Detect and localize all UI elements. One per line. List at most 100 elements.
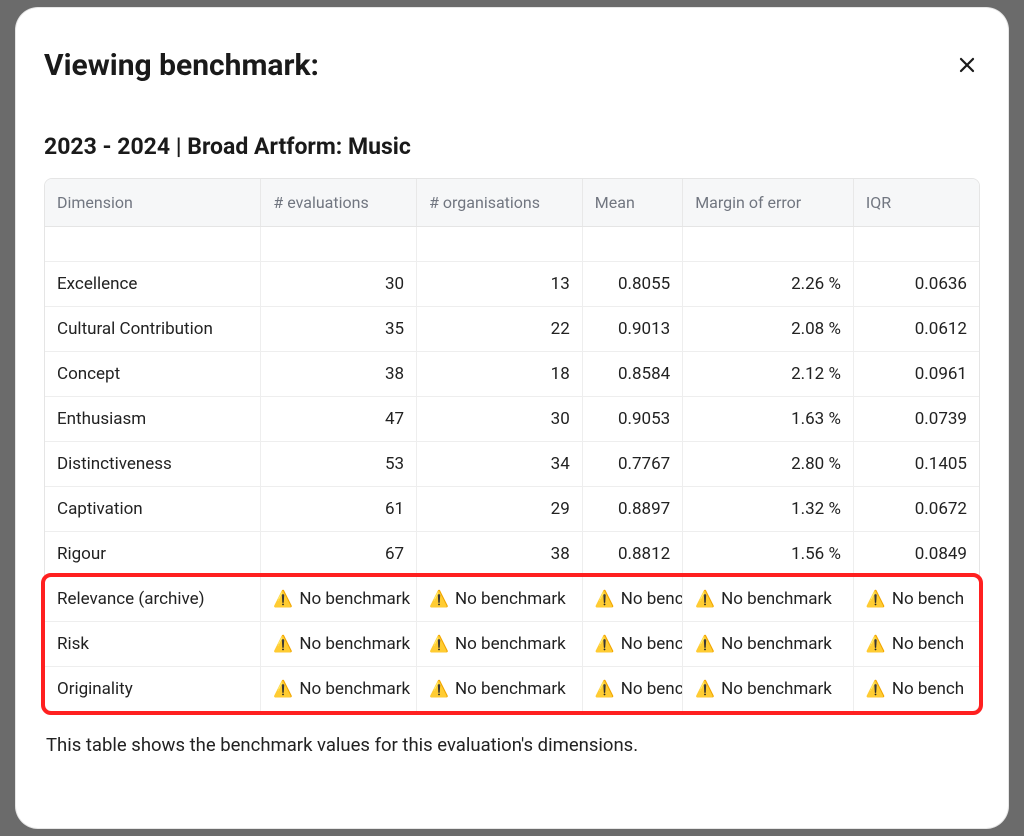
cell-dimension: Enthusiasm <box>45 397 261 442</box>
cell-mean: 0.7767 <box>582 442 682 487</box>
cell-iqr: 0.0849 <box>853 532 979 577</box>
cell-organisations: 22 <box>417 307 583 352</box>
modal-backdrop: Viewing benchmark: 2023 - 2024 | Broad A… <box>0 0 1024 836</box>
cell-evaluations: 47 <box>261 397 417 442</box>
no-benchmark-label: No bench <box>892 589 964 609</box>
table-header: Dimension # evaluations # organisations … <box>45 179 979 227</box>
cell-moe: 2.08 % <box>683 307 854 352</box>
no-benchmark-label: No bench <box>892 679 964 699</box>
table-body: Excellence30130.80552.26 %0.0636Cultural… <box>45 227 979 712</box>
warning-icon: ⚠️ <box>866 636 886 652</box>
table-row: Concept38180.85842.12 %0.0961 <box>45 352 979 397</box>
table-row-no-benchmark: Risk ⚠️ No benchmark ⚠️ No benchmark ⚠️ No ben… <box>45 622 979 667</box>
no-benchmark-label: No benchmark <box>455 634 566 654</box>
cell-iqr: 0.0636 <box>853 262 979 307</box>
cell-organisations: 18 <box>417 352 583 397</box>
cell-moe: ⚠️ No benchmark <box>683 667 854 712</box>
close-button[interactable] <box>950 48 984 85</box>
cell-mean: ⚠️No bench <box>582 577 682 622</box>
warning-icon: ⚠️ <box>695 636 715 652</box>
cell-iqr: ⚠️ No bench <box>853 667 979 712</box>
table-row: Captivation61290.88971.32 %0.0672 <box>45 487 979 532</box>
cell-dimension: Rigour <box>45 532 261 577</box>
warning-icon: ⚠️ <box>595 636 615 652</box>
benchmark-subheading: 2023 - 2024 | Broad Artform: Music <box>44 133 980 160</box>
cell-evaluations: ⚠️ No benchmark <box>261 577 417 622</box>
table-row: Excellence30130.80552.26 %0.0636 <box>45 262 979 307</box>
cell-organisations: ⚠️ No benchmark <box>417 667 583 712</box>
cell-organisations: 34 <box>417 442 583 487</box>
modal-title: Viewing benchmark: <box>44 48 319 83</box>
col-organisations[interactable]: # organisations <box>417 179 583 227</box>
modal-header: Viewing benchmark: <box>44 36 980 85</box>
cell-iqr: ⚠️ No bench <box>853 577 979 622</box>
cell-organisations: 30 <box>417 397 583 442</box>
cell-dimension: Distinctiveness <box>45 442 261 487</box>
warning-icon: ⚠️ <box>273 681 293 697</box>
cell-mean: 0.8812 <box>582 532 682 577</box>
warning-icon: ⚠️ <box>695 681 715 697</box>
cell-mean: 0.9013 <box>582 307 682 352</box>
table-caption: This table shows the benchmark values fo… <box>46 734 978 756</box>
warning-icon: ⚠️ <box>695 591 715 607</box>
no-benchmark-label: No benchmark <box>299 679 410 699</box>
warning-icon: ⚠️ <box>273 636 293 652</box>
warning-icon: ⚠️ <box>866 681 886 697</box>
table-row-no-benchmark: Relevance (archive) ⚠️ No benchmark ⚠️ No be… <box>45 577 979 622</box>
cell-moe: 2.12 % <box>683 352 854 397</box>
no-benchmark-label: No bench <box>621 634 683 654</box>
table-row: Enthusiasm47300.90531.63 %0.0739 <box>45 397 979 442</box>
cell-moe: ⚠️ No benchmark <box>683 577 854 622</box>
cell-organisations: ⚠️No benchmark <box>417 577 583 622</box>
no-benchmark-label: No benchmark <box>299 589 410 609</box>
cell-iqr: ⚠️No bench <box>853 622 979 667</box>
close-icon <box>958 56 976 74</box>
cell-evaluations: 30 <box>261 262 417 307</box>
no-benchmark-label: No benchmark <box>721 679 832 699</box>
cell-mean: ⚠️ No bench <box>582 622 682 667</box>
benchmark-table: Dimension # evaluations # organisations … <box>45 179 979 711</box>
cell-dimension: Concept <box>45 352 261 397</box>
cell-moe: 1.63 % <box>683 397 854 442</box>
col-mean[interactable]: Mean <box>582 179 682 227</box>
cell-moe: 2.26 % <box>683 262 854 307</box>
cell-mean: 0.8055 <box>582 262 682 307</box>
cell-evaluations: 67 <box>261 532 417 577</box>
cell-iqr: 0.1405 <box>853 442 979 487</box>
warning-icon: ⚠️ <box>429 681 449 697</box>
table-row: Distinctiveness53340.77672.80 %0.1405 <box>45 442 979 487</box>
cell-dimension: Relevance (archive) <box>45 577 261 622</box>
benchmark-table-container: Dimension # evaluations # organisations … <box>44 178 980 712</box>
cell-iqr: 0.0739 <box>853 397 979 442</box>
cell-evaluations: 35 <box>261 307 417 352</box>
no-benchmark-label: No benchmark <box>721 589 832 609</box>
cell-organisations: 38 <box>417 532 583 577</box>
col-moe[interactable]: Margin of error <box>683 179 854 227</box>
table-row <box>45 227 979 262</box>
no-benchmark-label: No benchmark <box>721 634 832 654</box>
cell-mean: ⚠️ No bench <box>582 667 682 712</box>
no-benchmark-label: No bench <box>621 679 683 699</box>
table-row: Rigour67380.88121.56 %0.0849 <box>45 532 979 577</box>
cell-dimension: Excellence <box>45 262 261 307</box>
no-benchmark-label: No benchmark <box>299 634 410 654</box>
cell-moe: 1.32 % <box>683 487 854 532</box>
cell-moe: ⚠️ No benchmark <box>683 622 854 667</box>
warning-icon: ⚠️ <box>429 591 449 607</box>
warning-icon: ⚠️ <box>273 591 293 607</box>
cell-mean: 0.9053 <box>582 397 682 442</box>
col-dimension[interactable]: Dimension <box>45 179 261 227</box>
cell-evaluations: ⚠️ No benchmark <box>261 622 417 667</box>
cell-evaluations: ⚠️ No benchmark <box>261 667 417 712</box>
cell-moe: 1.56 % <box>683 532 854 577</box>
col-iqr[interactable]: IQR <box>853 179 979 227</box>
no-benchmark-label: No benchmark <box>455 679 566 699</box>
col-evaluations[interactable]: # evaluations <box>261 179 417 227</box>
cell-organisations: ⚠️No benchmark <box>417 622 583 667</box>
cell-moe: 2.80 % <box>683 442 854 487</box>
warning-icon: ⚠️ <box>595 681 615 697</box>
cell-dimension: Cultural Contribution <box>45 307 261 352</box>
warning-icon: ⚠️ <box>866 591 886 607</box>
cell-dimension: Risk <box>45 622 261 667</box>
cell-iqr: 0.0612 <box>853 307 979 352</box>
